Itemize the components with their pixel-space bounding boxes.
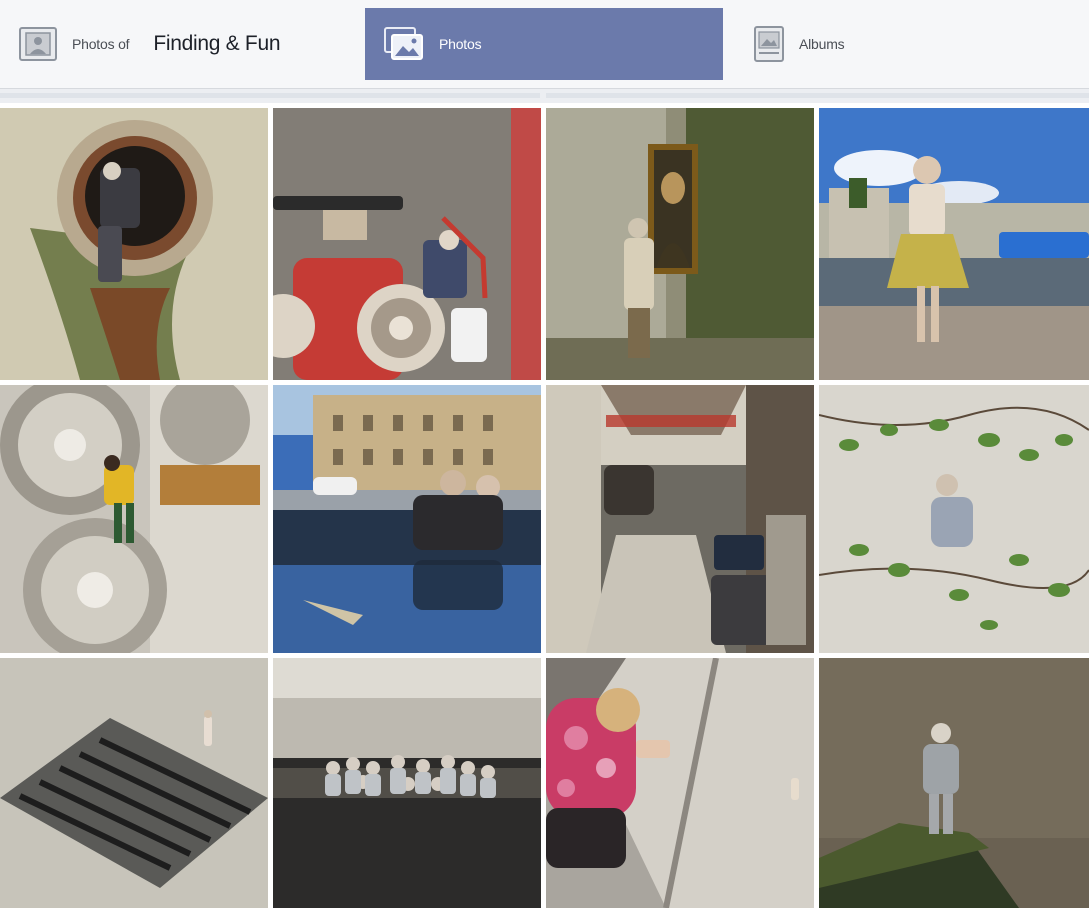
photo-ac-unit-figure[interactable] bbox=[0, 385, 268, 653]
tab-photos-of[interactable]: Photos of Finding & Fun bbox=[0, 8, 362, 80]
tab-albums[interactable]: Albums bbox=[725, 8, 1089, 80]
tab-photos-of-label: Photos of bbox=[72, 36, 130, 52]
photos-of-icon bbox=[18, 26, 58, 62]
photo-rock-figure[interactable] bbox=[819, 658, 1089, 908]
tab-photos-label: Photos bbox=[439, 36, 482, 52]
photo-sewer-pipe-figure[interactable] bbox=[0, 108, 268, 380]
photos-icon bbox=[383, 26, 425, 62]
tab-photos[interactable]: Photos bbox=[365, 8, 723, 80]
photo-photographer-woman[interactable] bbox=[546, 658, 814, 908]
photo-hydrant-figure[interactable] bbox=[273, 108, 541, 380]
photo-puddle-couple-figure[interactable] bbox=[273, 385, 541, 653]
album-icon bbox=[753, 25, 785, 63]
photo-harbor-figure[interactable] bbox=[819, 108, 1089, 380]
page-name-link[interactable]: Finding & Fun bbox=[153, 32, 280, 56]
photo-ivy-wall-figure[interactable] bbox=[819, 385, 1089, 653]
tab-albums-label: Albums bbox=[799, 36, 845, 52]
photo-alley-street[interactable] bbox=[546, 385, 814, 653]
photo-mona-lisa-figure[interactable] bbox=[546, 108, 814, 380]
photo-flooded-crowd[interactable] bbox=[273, 658, 541, 908]
header-divider bbox=[0, 88, 1089, 103]
photo-grid bbox=[0, 108, 1089, 908]
photos-header: Photos of Finding & Fun Photos Albums bbox=[0, 0, 1089, 88]
photo-drain-grate-figure[interactable] bbox=[0, 658, 268, 908]
